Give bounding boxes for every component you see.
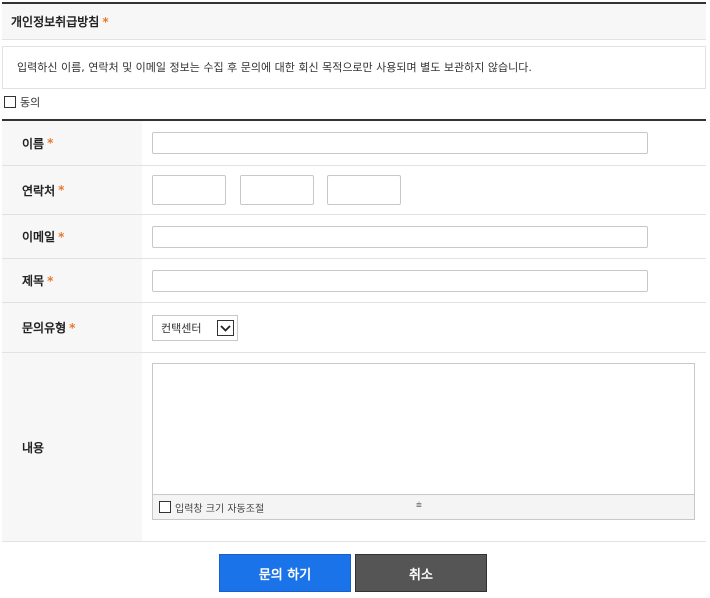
cancel-button[interactable]: 취소 (355, 554, 487, 592)
required-mark: * (47, 136, 54, 150)
required-mark: * (58, 229, 65, 244)
agree-label: 동의 (20, 96, 41, 109)
privacy-policy-header: 개인정보취급방침 * (2, 2, 706, 40)
autosize-label: 입력창 크기 자동조절 (175, 503, 265, 515)
required-mark: * (47, 273, 54, 288)
inquiry-type-value: 컨택센터 (161, 322, 202, 335)
phone-input-3[interactable] (327, 175, 401, 205)
name-label: 이름 (22, 136, 45, 151)
subject-label: 제목 (22, 274, 45, 288)
privacy-notice-text: 입력하신 이름, 연락처 및 이메일 정보는 수집 후 문의에 대한 회신 목적… (17, 61, 532, 74)
type-label: 문의유형 (22, 321, 67, 335)
type-row: 문의유형 * 컨택센터 (2, 303, 706, 353)
name-input[interactable] (152, 132, 648, 154)
inquiry-form: 이름 * 연락처 * 이메일 * 제목 * 문의유형 * 컨택센터 내용 입력창… (2, 119, 706, 542)
name-label-cell: 이름 * (2, 121, 142, 165)
name-row: 이름 * (2, 121, 706, 166)
submit-button[interactable]: 문의 하기 (219, 554, 351, 592)
inquiry-type-select[interactable]: 컨택센터 (152, 315, 238, 341)
type-label-cell: 문의유형 * (2, 303, 142, 352)
privacy-policy-title: 개인정보취급방침 (11, 15, 100, 29)
email-label-cell: 이메일 * (2, 215, 142, 258)
privacy-notice: 입력하신 이름, 연락처 및 이메일 정보는 수집 후 문의에 대한 회신 목적… (2, 46, 706, 89)
email-label: 이메일 (22, 230, 56, 244)
phone-label-cell: 연락처 * (2, 166, 142, 214)
resize-handle-icon[interactable]: ⩧ (416, 500, 422, 511)
content-textarea[interactable]: 입력창 크기 자동조절 ⩧ (152, 363, 695, 520)
chevron-down-icon[interactable] (217, 320, 234, 336)
email-row: 이메일 * (2, 215, 706, 259)
subject-input[interactable] (152, 270, 648, 292)
required-mark: * (102, 15, 109, 29)
phone-row: 연락처 * (2, 166, 706, 215)
phone-input-2[interactable] (240, 175, 314, 205)
content-footer: 입력창 크기 자동조절 ⩧ (153, 494, 694, 519)
content-row: 내용 입력창 크기 자동조절 ⩧ (2, 353, 706, 542)
agree-checkbox[interactable] (4, 96, 16, 108)
agree-row[interactable]: 동의 (4, 94, 40, 110)
phone-label: 연락처 (22, 183, 56, 198)
required-mark: * (58, 183, 65, 197)
content-label: 내용 (22, 440, 45, 455)
content-label-cell: 내용 (2, 353, 142, 541)
email-input[interactable] (152, 226, 648, 248)
subject-label-cell: 제목 * (2, 259, 142, 302)
autosize-checkbox[interactable] (159, 501, 171, 513)
subject-row: 제목 * (2, 259, 706, 303)
required-mark: * (69, 320, 76, 335)
phone-input-1[interactable] (152, 175, 226, 205)
